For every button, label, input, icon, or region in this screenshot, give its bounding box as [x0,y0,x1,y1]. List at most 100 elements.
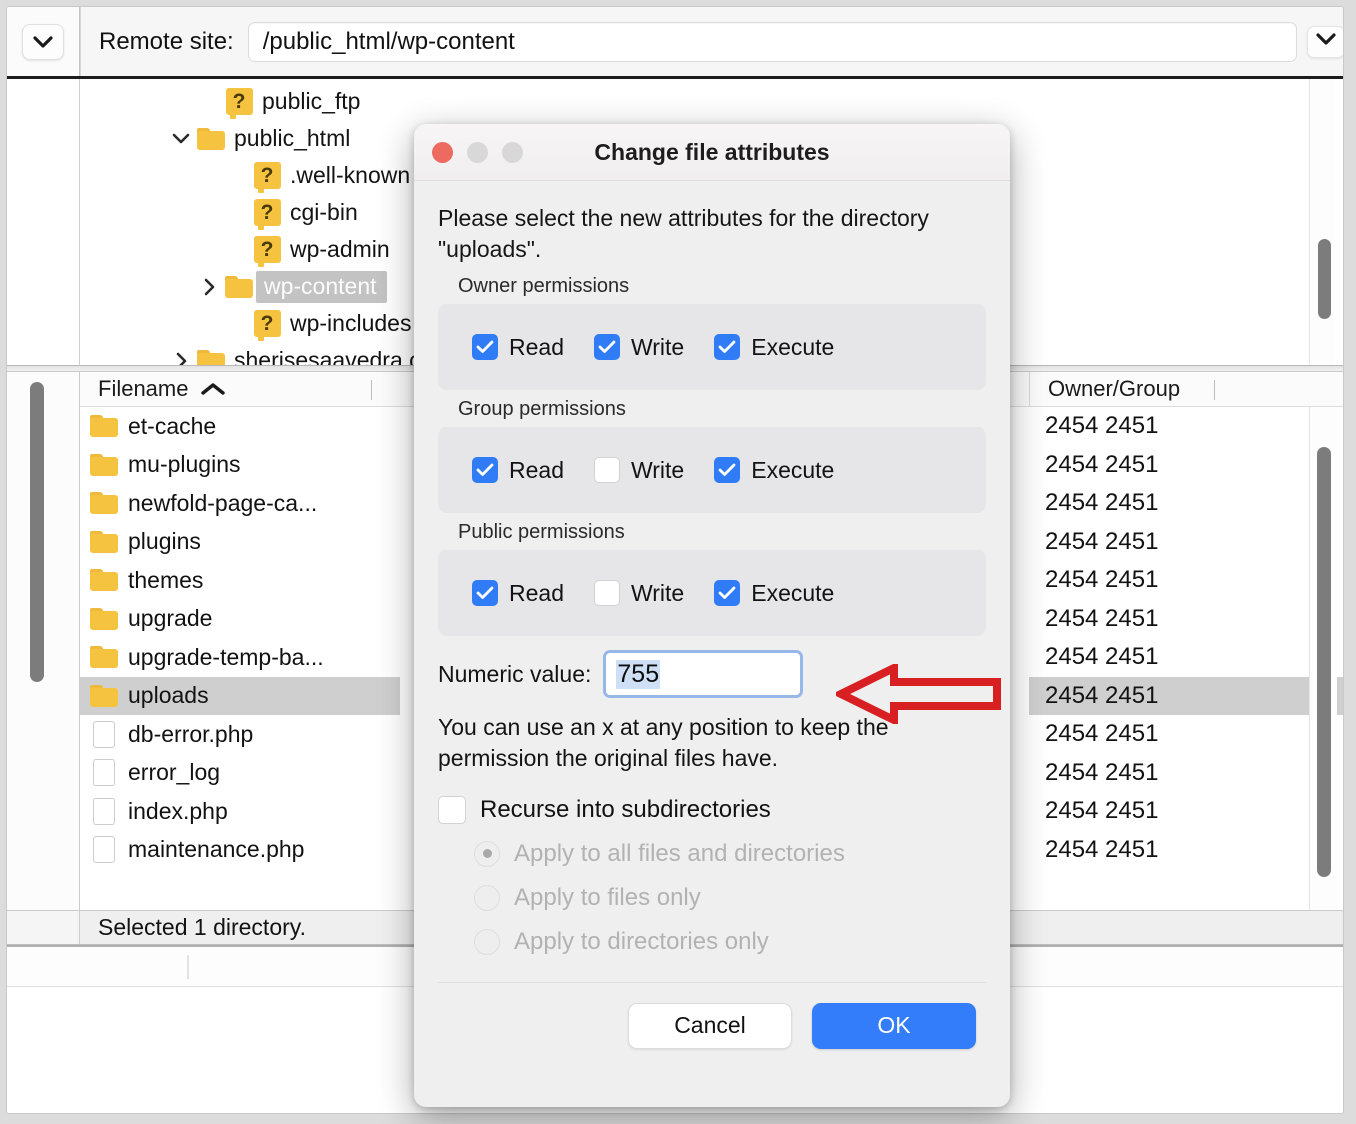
file-name: db-error.php [128,721,253,748]
folder-icon [80,646,128,668]
local-site-dropdown-button[interactable] [22,24,64,60]
column-header-filename-label: Filename [98,376,188,402]
radio-option-1[interactable]: Apply to files only [474,884,986,912]
checkbox-read[interactable]: Read [472,580,564,607]
radio-option-label: Apply to files only [514,884,701,912]
file-list-row[interactable]: themes [80,561,400,600]
file-list-row[interactable]: db-error.php [80,715,400,754]
numeric-value-input[interactable]: 755 [603,650,803,698]
owner-group-cell[interactable]: 2454 2451 [1029,561,1344,600]
column-header-owner-group[interactable]: Owner/Group [1029,372,1344,406]
tree-scrollbar-thumb[interactable] [1318,239,1331,319]
owner-group-cell[interactable]: 2454 2451 [1029,792,1344,831]
folder-icon [80,685,128,707]
owner-group-cell[interactable]: 2454 2451 [1029,715,1344,754]
file-list-row[interactable]: upgrade-temp-ba... [80,638,400,677]
tree-scrollbar-track[interactable] [1309,79,1335,365]
checkbox-checked-icon [594,334,620,360]
owner-group-cell[interactable]: 2454 2451 [1029,638,1344,677]
owner-group-cell[interactable]: 2454 2451 [1029,831,1344,870]
checkbox-label: Write [631,334,684,361]
checkbox-checked-icon [714,580,740,606]
column-divider[interactable] [1214,380,1215,400]
tree-item-public-ftp[interactable]: ?public_ftp [80,83,1344,120]
file-name: upgrade [128,605,212,632]
document-icon [80,836,128,863]
cancel-button[interactable]: Cancel [628,1003,792,1049]
file-list-row[interactable]: error_log [80,754,400,793]
chevron-right-icon[interactable] [196,277,222,297]
radio-option-0[interactable]: Apply to all files and directories [474,840,986,868]
minimize-button[interactable] [467,142,488,163]
column-divider[interactable] [371,380,372,400]
permission-group-box: Read Write Execute [438,427,986,513]
checkbox-execute[interactable]: Execute [714,457,834,484]
queue-column-divider[interactable] [187,955,189,979]
file-list-row[interactable]: plugins [80,523,400,562]
chevron-down-icon[interactable] [168,132,194,145]
screenshot-root: Remote site: /public_html/wp-content ?pu… [0,0,1356,1124]
file-list-row[interactable]: mu-plugins [80,446,400,485]
owner-group-value: 2454 2451 [1045,759,1158,787]
radio-option-2[interactable]: Apply to directories only [474,928,986,956]
document-icon [80,798,128,825]
radio-unselected-icon [474,885,500,911]
checkbox-write[interactable]: Write [594,457,684,484]
checkbox-read[interactable]: Read [472,457,564,484]
owner-group-cell[interactable]: 2454 2451 [1029,407,1344,446]
file-list-row[interactable]: maintenance.php [80,831,400,870]
checkbox-unchecked-icon [438,796,466,824]
zoom-button[interactable] [502,142,523,163]
tree-item-label: wp-includes [284,310,411,337]
owner-group-value: 2454 2451 [1045,836,1158,864]
checkbox-execute[interactable]: Execute [714,580,834,607]
checkbox-label: Write [631,580,684,607]
file-list-row[interactable]: newfold-page-ca... [80,484,400,523]
remote-site-toolbar: Remote site: /public_html/wp-content [7,7,1344,76]
owner-group-cell[interactable]: 2454 2451 [1029,523,1344,562]
remote-site-dropdown-button[interactable] [1307,26,1344,58]
owner-group-cell[interactable]: 2454 2451 [1029,446,1344,485]
file-list-row[interactable]: upgrade [80,600,400,639]
owner-group-cell[interactable]: 2454 2451 [1029,484,1344,523]
question-folder-icon: ? [226,88,253,115]
checkbox-execute[interactable]: Execute [714,334,834,361]
ok-button[interactable]: OK [812,1003,976,1049]
owner-group-column: 2454 24512454 24512454 24512454 24512454… [1029,407,1344,910]
question-folder-icon: ? [250,310,284,337]
file-list-row[interactable]: uploads [80,677,400,716]
checkbox-write[interactable]: Write [594,580,684,607]
file-list-scrollbar-thumb-left[interactable] [30,382,44,682]
column-header-filename[interactable]: Filename [80,372,400,406]
folder-icon [225,276,253,298]
owner-group-value: 2454 2451 [1045,643,1158,671]
chevron-right-icon[interactable] [168,351,194,366]
dialog-titlebar: Change file attributes [414,124,1010,181]
checkbox-checked-icon [714,457,740,483]
checkbox-read[interactable]: Read [472,334,564,361]
owner-group-value: 2454 2451 [1045,412,1158,440]
owner-group-cell[interactable]: 2454 2451 [1029,754,1344,793]
chevron-down-icon [1315,32,1337,51]
recurse-into-subdirectories-checkbox[interactable]: Recurse into subdirectories [438,796,986,824]
file-list-scrollbar-thumb[interactable] [1317,447,1331,877]
owner-group-cell[interactable]: 2454 2451 [1029,677,1344,716]
checkbox-write[interactable]: Write [594,334,684,361]
permission-groups: Owner permissionsReadWriteExecuteGroup p… [438,275,986,636]
radio-unselected-icon [474,929,500,955]
radio-option-label: Apply to directories only [514,928,769,956]
folder-icon [80,569,128,591]
owner-group-value: 2454 2451 [1045,720,1158,748]
owner-group-cell[interactable]: 2454 2451 [1029,600,1344,639]
file-list-row[interactable]: index.php [80,792,400,831]
question-folder-icon: ? [254,236,281,263]
file-list-row[interactable]: et-cache [80,407,400,446]
folder-icon [80,608,128,630]
close-button[interactable] [432,142,453,163]
tree-item-label: .well-known [284,162,410,189]
tree-item-label: public_ftp [256,88,360,115]
remote-site-input[interactable]: /public_html/wp-content [248,22,1297,62]
dialog-footer: Cancel OK [414,983,1010,1071]
folder-icon [90,531,118,553]
checkbox-checked-icon [472,334,498,360]
